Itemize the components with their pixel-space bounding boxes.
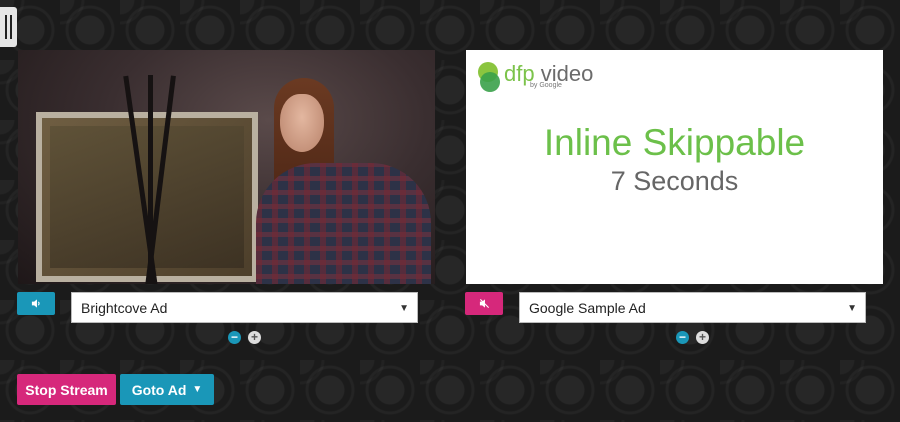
goto-ad-button[interactable]: Goto Ad ▼ [120, 374, 214, 405]
video-frame [18, 50, 435, 284]
zoom-out-button[interactable]: − [228, 331, 241, 344]
left-video-player[interactable] [18, 50, 435, 284]
left-ad-select[interactable]: Brightcove Ad ▼ [71, 292, 418, 323]
speaker-muted-icon [479, 298, 489, 309]
right-ad-select-value: Google Sample Ad [529, 299, 646, 316]
zoom-out-button[interactable]: − [676, 331, 689, 344]
menu-bars-icon [5, 15, 12, 39]
chevron-down-icon: ▼ [847, 303, 857, 314]
menu-toggle-button[interactable] [0, 7, 17, 47]
slate-title: Inline Skippable [543, 122, 806, 163]
zoom-in-button[interactable]: + [696, 331, 709, 344]
chevron-down-icon: ▼ [399, 303, 409, 314]
left-ad-select-value: Brightcove Ad [81, 299, 168, 316]
right-ad-select[interactable]: Google Sample Ad ▼ [519, 292, 866, 323]
zoom-in-button[interactable]: + [248, 331, 261, 344]
caret-down-icon: ▼ [192, 384, 203, 395]
left-zoom-controls: − + [228, 331, 261, 344]
stop-stream-button[interactable]: Stop Stream [17, 374, 116, 405]
slate-subtitle: 7 Seconds [610, 166, 739, 196]
right-video-player[interactable]: dfp video by Google Inline Skippable 7 S… [466, 50, 883, 284]
dfp-video-logo: dfp video by Google [478, 60, 593, 92]
right-zoom-controls: − + [676, 331, 709, 344]
dfp-logo-icon [478, 60, 500, 92]
left-mute-button[interactable] [17, 292, 55, 315]
right-mute-button[interactable] [465, 292, 503, 315]
speaker-icon [31, 299, 40, 308]
